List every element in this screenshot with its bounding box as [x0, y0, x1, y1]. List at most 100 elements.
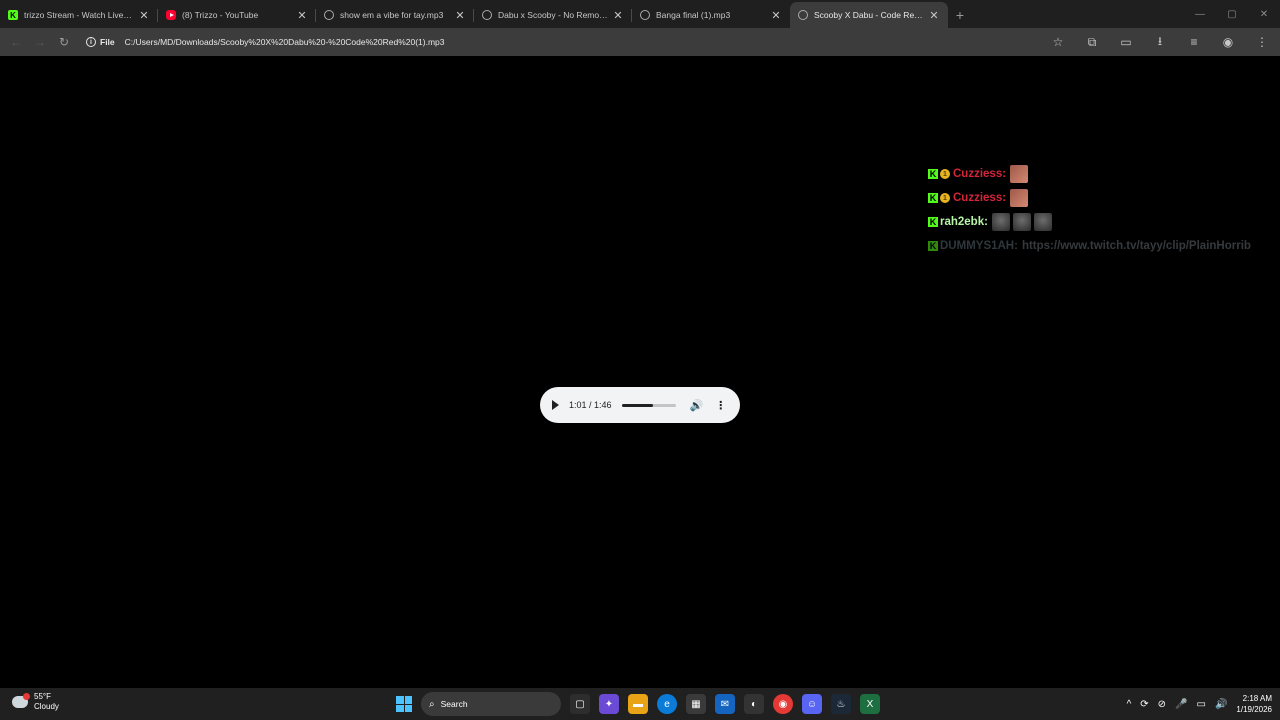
app-icon[interactable]: ◐ — [744, 694, 764, 714]
kick-badge-icon: K — [928, 217, 938, 227]
emote-icon — [1010, 165, 1029, 183]
emote-icon — [1010, 189, 1029, 207]
network-icon[interactable]: ⊘ — [1158, 699, 1166, 710]
edge-icon[interactable]: e — [657, 694, 677, 714]
mail-icon[interactable]: ✉ — [715, 694, 735, 714]
media-controls-icon[interactable]: ≡ — [1182, 30, 1206, 54]
task-view-icon[interactable]: ▢ — [570, 694, 590, 714]
profile-icon[interactable]: ◉ — [1216, 30, 1240, 54]
tab-title: show em a vibe for tay.mp3 — [340, 10, 444, 20]
close-icon[interactable]: ✕ — [770, 9, 782, 22]
split-view-icon[interactable]: ▭ — [1114, 30, 1138, 54]
bookmark-star-icon[interactable]: ☆ — [1046, 30, 1070, 54]
globe-icon — [640, 10, 650, 20]
forward-icon[interactable]: → — [28, 30, 52, 54]
speaker-icon[interactable]: 🔊 — [1215, 699, 1227, 710]
tab-youtube[interactable]: (8) Trizzo - YouTube ✕ — [158, 2, 316, 28]
tab-title: trizzo Stream - Watch Live on Kick — [24, 10, 134, 20]
url-text[interactable]: C:/Users/MD/Downloads/Scooby%20X%20Dabu%… — [125, 37, 445, 47]
tab-no-remorse[interactable]: Dabu x Scooby - No Remorse (Official Aud… — [474, 2, 632, 28]
globe-icon — [482, 10, 492, 20]
play-icon[interactable] — [552, 400, 559, 410]
seek-bar[interactable] — [621, 403, 676, 407]
kick-badge-icon: K — [928, 193, 938, 203]
weather-desc: Cloudy — [34, 702, 59, 711]
close-icon[interactable]: ✕ — [454, 9, 466, 22]
chevron-up-icon[interactable]: ^ — [1127, 699, 1132, 710]
browser-window: K trizzo Stream - Watch Live on Kick ✕ (… — [0, 0, 1280, 720]
info-icon[interactable]: i — [86, 37, 96, 47]
chat-username: Cuzziess: — [953, 192, 1007, 204]
close-icon[interactable]: ✕ — [296, 9, 308, 22]
globe-icon — [798, 10, 808, 20]
taskbar-apps: ⌕ Search ▢ ✦ ▬ e ▦ ✉ ◐ ◉ ☺ ♨ X — [396, 692, 880, 716]
search-label: Search — [440, 699, 468, 709]
kick-badge-icon: K — [928, 241, 938, 251]
reload-icon[interactable]: ↻ — [52, 30, 76, 54]
store-icon[interactable]: ▦ — [686, 694, 706, 714]
maximize-icon[interactable]: ▢ — [1216, 0, 1248, 28]
display-icon[interactable]: ▭ — [1197, 699, 1206, 710]
discord-icon[interactable]: ☺ — [802, 694, 822, 714]
chat-username: DUMMYS1AH: — [940, 240, 1018, 252]
volume-icon[interactable]: 🔊 — [690, 399, 704, 412]
emote-icon — [991, 213, 1010, 231]
system-tray: ^ ⟳ ⊘ 🎤 ▭ 🔊 2:18 AM 1/19/2026 — [1127, 688, 1272, 720]
close-icon[interactable]: ✕ — [138, 9, 150, 22]
extensions-icon[interactable]: ⧉ — [1080, 30, 1104, 54]
download-icon[interactable]: ⭳ — [1148, 30, 1172, 54]
browser-toolbar: ← → ↻ i File C:/Users/MD/Downloads/Scoob… — [0, 28, 1280, 56]
close-window-icon[interactable]: ✕ — [1248, 0, 1280, 28]
chat-message: K rah2ebk: — [928, 210, 1251, 234]
playback-time: 1:01 / 1:46 — [569, 400, 612, 410]
coin-badge-icon: 1 — [940, 193, 950, 203]
kick-badge-icon: K — [928, 169, 938, 179]
more-options-icon[interactable]: ⋮ — [715, 399, 726, 412]
file-explorer-icon[interactable]: ▬ — [628, 694, 648, 714]
audio-player: 1:01 / 1:46 🔊 ⋮ — [540, 387, 740, 423]
tab-kick-stream[interactable]: K trizzo Stream - Watch Live on Kick ✕ — [0, 2, 158, 28]
tab-title: Dabu x Scooby - No Remorse (Official Aud… — [498, 10, 608, 20]
sync-icon[interactable]: ⟳ — [1140, 699, 1148, 710]
media-viewer — [0, 56, 1280, 688]
tab-banga-final[interactable]: Banga final (1).mp3 ✕ — [632, 2, 790, 28]
start-icon[interactable] — [396, 696, 412, 712]
tab-strip: K trizzo Stream - Watch Live on Kick ✕ (… — [0, 0, 1280, 28]
close-icon[interactable]: ✕ — [928, 9, 940, 22]
search-icon: ⌕ — [429, 698, 435, 710]
file-chip: File — [100, 37, 115, 47]
address-bar[interactable]: i File C:/Users/MD/Downloads/Scooby%20X%… — [86, 31, 1101, 53]
window-controls: — ▢ ✕ — [1184, 0, 1280, 28]
minimize-icon[interactable]: — — [1184, 0, 1216, 28]
weather-temp: 55°F — [34, 692, 51, 701]
toolbar-actions: ☆ ⧉ ▭ ⭳ ≡ ◉ ⋮ — [1046, 30, 1274, 54]
youtube-icon — [166, 10, 176, 20]
taskbar-search[interactable]: ⌕ Search — [421, 692, 561, 716]
tab-title: (8) Trizzo - YouTube — [182, 10, 259, 20]
globe-icon — [324, 10, 334, 20]
microphone-icon[interactable]: 🎤 — [1175, 699, 1187, 710]
clock-date: 1/19/2026 — [1236, 705, 1272, 714]
new-tab-button[interactable]: + — [948, 2, 972, 28]
chat-message: K 1 Cuzziess: — [928, 186, 1251, 210]
chat-message-text: https://www.twitch.tv/tayy/clip/PlainHor… — [1021, 240, 1251, 252]
chat-message: K DUMMYS1AH: https://www.twitch.tv/tayy/… — [928, 234, 1251, 258]
close-icon[interactable]: ✕ — [612, 9, 624, 22]
back-icon[interactable]: ← — [4, 30, 28, 54]
excel-icon[interactable]: X — [860, 694, 880, 714]
tab-code-red[interactable]: Scooby X Dabu - Code Red (1).mp3 ✕ — [790, 2, 948, 28]
chat-username: Cuzziess: — [953, 168, 1007, 180]
cloud-icon — [12, 693, 30, 708]
tab-title: Scooby X Dabu - Code Red (1).mp3 — [814, 10, 924, 20]
chrome-icon[interactable]: ◉ — [773, 694, 793, 714]
seek-progress — [621, 403, 653, 407]
copilot-icon[interactable]: ✦ — [599, 694, 619, 714]
menu-icon[interactable]: ⋮ — [1250, 30, 1274, 54]
emote-icon — [1033, 213, 1052, 231]
chat-username: rah2ebk: — [940, 216, 988, 228]
weather-widget[interactable]: 55°F Cloudy — [12, 692, 59, 712]
taskbar: 55°F Cloudy ⌕ Search ▢ ✦ ▬ e ▦ ✉ ◐ ◉ ☺ ♨… — [0, 688, 1280, 720]
tab-show-em-a-vibe[interactable]: show em a vibe for tay.mp3 ✕ — [316, 2, 474, 28]
steam-icon[interactable]: ♨ — [831, 694, 851, 714]
clock[interactable]: 2:18 AM 1/19/2026 — [1236, 693, 1272, 715]
